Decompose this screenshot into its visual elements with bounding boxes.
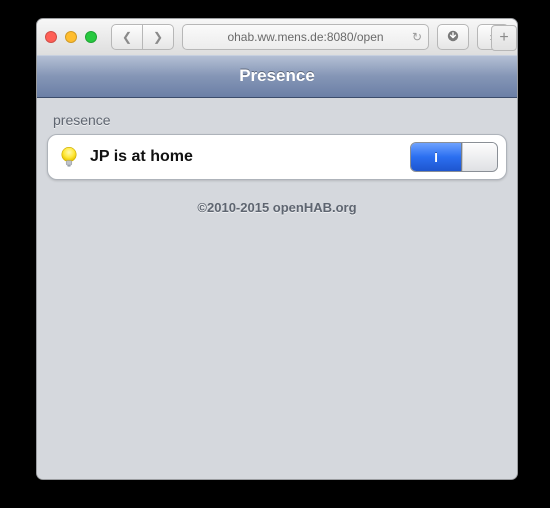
toggle-on-segment: I (411, 143, 462, 171)
download-icon (447, 30, 459, 45)
reload-icon[interactable]: ↻ (412, 30, 422, 44)
chevron-right-icon: ❯ (153, 30, 163, 44)
downloads-button[interactable] (437, 24, 469, 50)
forward-button[interactable]: ❯ (143, 24, 174, 50)
address-bar-text: ohab.ww.mens.de:8080/open (227, 30, 383, 44)
window-controls (45, 31, 97, 43)
page-title: Presence (239, 66, 315, 86)
address-bar[interactable]: ohab.ww.mens.de:8080/open ↻ (182, 24, 429, 50)
minimize-window-button[interactable] (65, 31, 77, 43)
footer-text: ©2010-2015 openHAB.org (37, 200, 517, 215)
browser-window: ❮ ❯ ohab.ww.mens.de:8080/open ↻ » + (36, 18, 518, 480)
page-header: Presence (37, 55, 517, 98)
toggle-knob (462, 143, 497, 171)
lightbulb-icon (56, 144, 82, 170)
zoom-window-button[interactable] (85, 31, 97, 43)
browser-toolbar: ❮ ❯ ohab.ww.mens.de:8080/open ↻ » + (37, 19, 517, 56)
page-content: Presence presence JP is at home (37, 55, 517, 479)
close-window-button[interactable] (45, 31, 57, 43)
nav-buttons: ❮ ❯ (111, 24, 174, 50)
toggle-on-indicator-icon: I (434, 150, 438, 165)
new-tab-button[interactable]: + (491, 25, 517, 51)
chevron-left-icon: ❮ (122, 30, 132, 44)
presence-row-label: JP is at home (90, 148, 402, 166)
back-button[interactable]: ❮ (111, 24, 143, 50)
presence-toggle[interactable]: I (410, 142, 498, 172)
plus-icon: + (499, 29, 508, 47)
section-label: presence (37, 98, 517, 134)
presence-row: JP is at home I (47, 134, 507, 180)
